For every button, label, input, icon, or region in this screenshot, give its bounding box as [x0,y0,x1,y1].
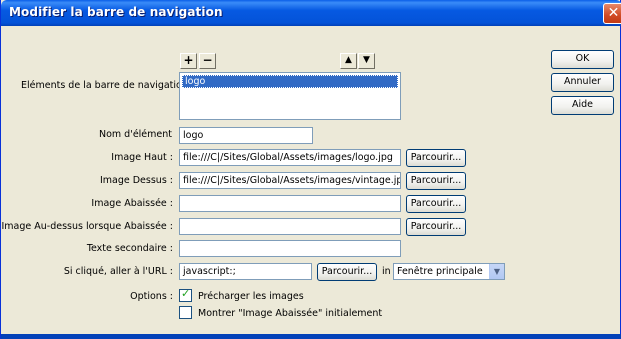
preload-label: Précharger les images [198,291,304,302]
arrow-down-icon: ▼ [363,55,370,65]
element-name-label: Nom d'élément [98,129,172,140]
image-down-label: Image Abaissée : [91,198,173,209]
image-over-down-input[interactable] [179,218,401,235]
preload-checkbox[interactable]: ✓ [179,287,192,302]
checkmark-icon: ✓ [181,287,191,300]
image-over-label: Image Dessus : [99,175,173,186]
remove-element-button[interactable]: − [199,53,216,69]
image-over-input[interactable]: file:///C|/Sites/Global/Assets/images/vi… [179,172,401,189]
image-up-browse-button[interactable]: Parcourir... [406,149,466,167]
plus-icon: + [183,53,194,67]
nav-elements-list[interactable]: logo [179,72,401,120]
arrow-up-icon: ▲ [345,55,352,65]
show-down-checkbox[interactable] [179,306,192,319]
cancel-button[interactable]: Annuler [551,73,614,92]
element-name-input[interactable]: logo [179,127,313,144]
dialog-window: Modifier la barre de navigation ✕ + − ▲ … [0,0,621,339]
title-bar[interactable]: Modifier la barre de navigation ✕ [1,0,621,26]
image-over-browse-button[interactable]: Parcourir... [406,172,466,190]
nav-elements-label: Eléments de la barre de navigation [21,80,188,91]
minus-icon: − [202,53,213,67]
add-element-button[interactable]: + [180,53,197,69]
close-button[interactable]: ✕ [603,3,621,24]
window-title: Modifier la barre de navigation [9,5,223,19]
alt-text-label: Texte secondaire : [86,243,173,254]
image-down-browse-button[interactable]: Parcourir... [406,195,466,213]
show-down-label: Montrer "Image Abaissée" initialement [198,308,383,319]
image-up-label: Image Haut : [111,152,173,163]
image-up-input[interactable]: file:///C|/Sites/Global/Assets/images/lo… [179,149,401,166]
close-icon: ✕ [607,5,620,21]
url-browse-button[interactable]: Parcourir... [317,263,377,281]
ok-button[interactable]: OK [551,50,614,69]
move-up-button[interactable]: ▲ [340,53,357,69]
options-label: Options : [130,291,173,302]
target-select[interactable]: Fenêtre principale ▼ [393,263,505,280]
chevron-down-icon[interactable]: ▼ [489,264,504,279]
in-label: in [382,266,391,277]
window-border [1,334,621,339]
help-button[interactable]: Aide [551,96,614,115]
alt-text-input[interactable] [179,240,401,257]
list-item[interactable]: logo [182,75,398,88]
target-select-value: Fenêtre principale [397,266,483,277]
url-input[interactable]: javascript:; [179,263,312,280]
image-down-input[interactable] [179,195,401,212]
url-label: Si cliqué, aller à l'URL : [63,266,173,277]
image-over-down-browse-button[interactable]: Parcourir... [406,218,466,236]
image-over-down-label: Image Au-dessus lorsque Abaissée : [1,221,173,232]
move-down-button[interactable]: ▼ [358,53,375,69]
